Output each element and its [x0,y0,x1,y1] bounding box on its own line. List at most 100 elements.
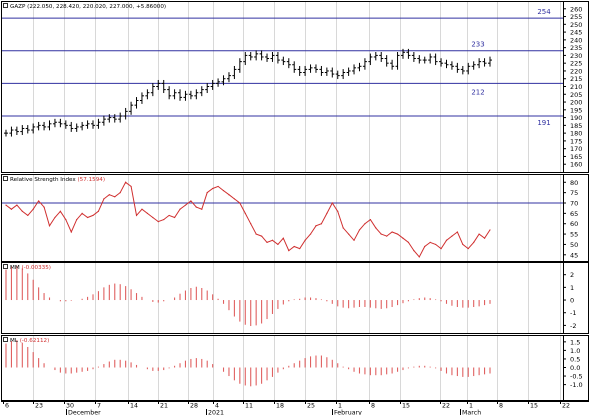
y-tick-label: 2 [570,271,574,279]
x-tick-label: 15 [530,403,538,410]
y-tick-label: 0.5 [570,355,580,363]
rsi-point [43,206,45,208]
rsi-point [424,245,426,248]
level-label: 254 [537,8,551,16]
rsi-point [299,247,301,250]
rsi-point [277,243,279,246]
panel-legend[interactable]: GAZP (222.050, 228.420, 220.020, 227.000… [3,3,167,11]
rsi-point [86,216,89,219]
rsi-point [478,233,480,235]
rsi-point [179,208,181,210]
rsi-point [386,235,388,237]
x-tick-label: 1 [469,403,473,410]
x-axis: 6 23 30 7 14 21 28 4 11 18 25 1 8 15 22 1 8 15 22December 2… [1,401,589,415]
rsi-point [342,227,344,229]
y-tick-label: 0 [570,297,574,305]
legend-checkbox[interactable] [3,176,8,181]
rsi-point [309,233,312,235]
rsi-point [195,206,197,208]
rsi-point [76,218,78,221]
y-tick-label: 75 [570,189,578,197]
y-tick-label: 215 [570,75,582,83]
rsi-point [451,235,453,237]
rsi-point [135,214,138,217]
rsi-point [114,196,116,198]
legend-values: (57.1594) [78,177,106,183]
rsi-point [157,221,159,223]
legend-name: ML (-0.62112) [10,338,49,344]
panel-legend[interactable]: Relative Strength Index (57.1594) [3,176,106,184]
panel-legend[interactable]: MM (-0.00335) [3,264,51,272]
rsi-point [337,210,339,212]
ml-panel: -1.0-0.50.00.51.01.5 ML (-0.62112) [1,335,589,401]
y-tick-label: 210 [570,83,582,91]
legend-values: (-0.00335) [21,265,51,271]
rsi-point [282,237,284,239]
rsi-point [304,239,306,241]
legend-checkbox[interactable] [3,337,8,342]
rsi-point [445,239,448,241]
y-tick-label: 165 [570,153,582,161]
rsi-point [206,192,208,194]
rsi-point [271,239,274,241]
panel-frame [1,262,589,334]
rsi-point [473,241,475,243]
rsi-point [293,245,295,248]
x-tick-label: 6 [5,403,9,410]
panel-frame [1,335,589,401]
rsi-point [48,225,51,227]
y-tick-label: 70 [570,200,578,208]
y-tick-label: 80 [570,179,578,187]
rsi-point [244,212,246,214]
legend-values: (-0.62112) [20,338,50,344]
y-tick-label: 235 [570,44,582,52]
rsi-point [266,241,268,243]
y-tick-label: 55 [570,231,578,239]
rsi-point [103,198,105,200]
y-tick-label: 160 [570,161,582,169]
rsi-point [201,208,203,210]
x-tick-label: 4 [215,403,219,410]
rsi-point [320,223,323,225]
y-tick-label: -0.5 [570,373,583,381]
rsi-point [391,231,393,233]
rsi-point [440,247,442,250]
rsi-point [489,229,491,231]
y-tick-label: 260 [570,5,582,13]
rsi-point [97,210,100,212]
level-label: 233 [471,41,484,49]
legend-checkbox[interactable] [3,3,8,8]
y-tick-label: 1.5 [570,338,580,346]
x-month-label: March [462,410,481,415]
y-tick-label: 180 [570,130,582,138]
rsi-point [233,198,236,200]
rsi-point [315,225,317,227]
x-tick-label: 8 [499,403,503,410]
panel-frame [1,1,589,173]
y-tick-label: 60 [570,220,578,228]
rsi-panel: 45 50 55 60 65 70 75 80 Relative Strength Index … [1,174,589,262]
x-month-label: December [68,410,101,415]
x-tick-label: 15 [402,403,410,410]
rsi-point [38,200,40,202]
rsi-point [483,237,486,239]
y-tick-label: 170 [570,145,582,153]
y-tick-label: 250 [570,21,582,29]
panel-legend[interactable]: ML (-0.62112) [3,337,50,345]
legend-checkbox[interactable] [3,264,8,269]
y-tick-label: 50 [570,241,578,249]
rsi-point [119,192,121,194]
rsi-point [358,229,361,231]
x-tick-label: 28 [190,403,198,410]
y-tick-label: 230 [570,52,582,60]
y-tick-label: 200 [570,99,582,107]
rsi-point [462,243,464,246]
x-tick-label: 25 [307,403,315,410]
y-tick-label: 1.0 [570,347,580,355]
rsi-point [255,233,257,235]
panel-frame [1,174,589,262]
rsi-point [146,212,148,214]
legend-name: MM (-0.00335) [10,265,51,271]
y-tick-label: 185 [570,122,582,130]
y-tick-label: 195 [570,106,582,114]
